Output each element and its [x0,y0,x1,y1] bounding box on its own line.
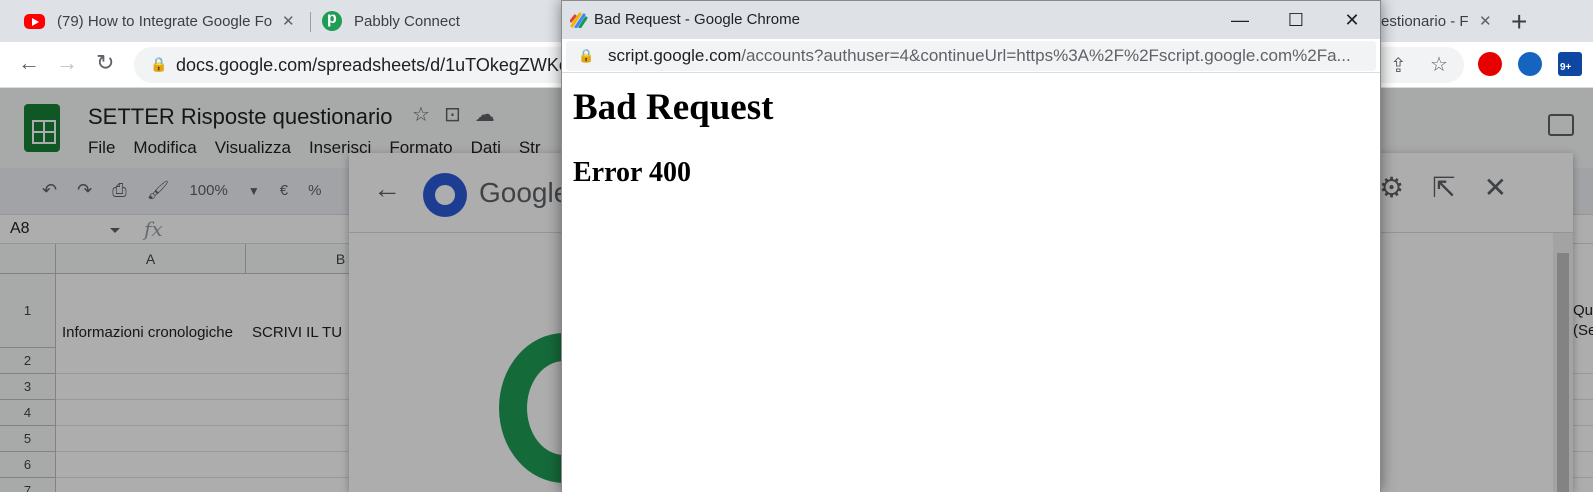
lock-icon: 🔒 [150,56,168,72]
new-tab-icon[interactable]: + [1511,6,1527,38]
apps-script-icon [570,12,588,28]
window-title: Bad Request - Google Chrome [594,11,800,28]
tab-sheets[interactable]: estionario - F ✕ [1381,0,1493,42]
popup-titlebar[interactable]: Bad Request - Google Chrome — ☐ ✕ [562,1,1380,39]
tab-label: estionario - F [1381,12,1469,30]
popup-address-field[interactable]: 🔒 script.google.com/accounts?authuser=4&… [566,41,1376,71]
reload-icon[interactable]: ↻ [96,50,114,76]
share-icon[interactable]: ⇪ [1390,53,1407,78]
popup-window: Bad Request - Google Chrome — ☐ ✕ 🔒 scri… [561,0,1381,492]
lock-icon: 🔒 [578,48,595,63]
tab-label: (79) How to Integrate Google For [57,12,272,30]
extension-icon[interactable] [1518,52,1542,76]
bookmark-star-icon[interactable]: ☆ [1430,52,1448,77]
url-host: script.google.com [608,46,742,65]
tab-close-icon[interactable]: ✕ [1479,12,1492,30]
tab-youtube[interactable]: (79) How to Integrate Google For ✕ [24,0,304,42]
tab-label: Pabbly Connect [354,12,460,30]
maximize-icon[interactable]: ☐ [1268,1,1324,39]
tab-close-icon[interactable]: ✕ [282,12,295,30]
url-path: /accounts?authuser=4&continueUrl=https%3… [741,46,1351,65]
popup-url-bar: 🔒 script.google.com/accounts?authuser=4&… [562,39,1380,73]
extension-badge: 9+ [1560,62,1572,73]
forward-icon[interactable]: → [56,50,78,76]
error-heading: Bad Request [573,87,774,128]
back-icon[interactable]: ← [18,50,40,76]
tab-divider [310,12,311,32]
extension-icon[interactable]: 9+ [1558,52,1582,76]
youtube-icon [24,13,45,29]
error-code: Error 400 [573,157,691,188]
pabbly-icon [322,10,342,31]
popup-page: Bad Request Error 400 [562,73,1380,492]
address-url: docs.google.com/spreadsheets/d/1uTOkegZW… [176,55,568,75]
extension-icon[interactable] [1478,52,1502,76]
minimize-icon[interactable]: — [1212,1,1268,39]
tab-pabbly[interactable]: Pabbly Connect [322,0,542,42]
close-icon[interactable]: ✕ [1324,1,1380,39]
popup-url: script.google.com/accounts?authuser=4&co… [608,46,1368,66]
